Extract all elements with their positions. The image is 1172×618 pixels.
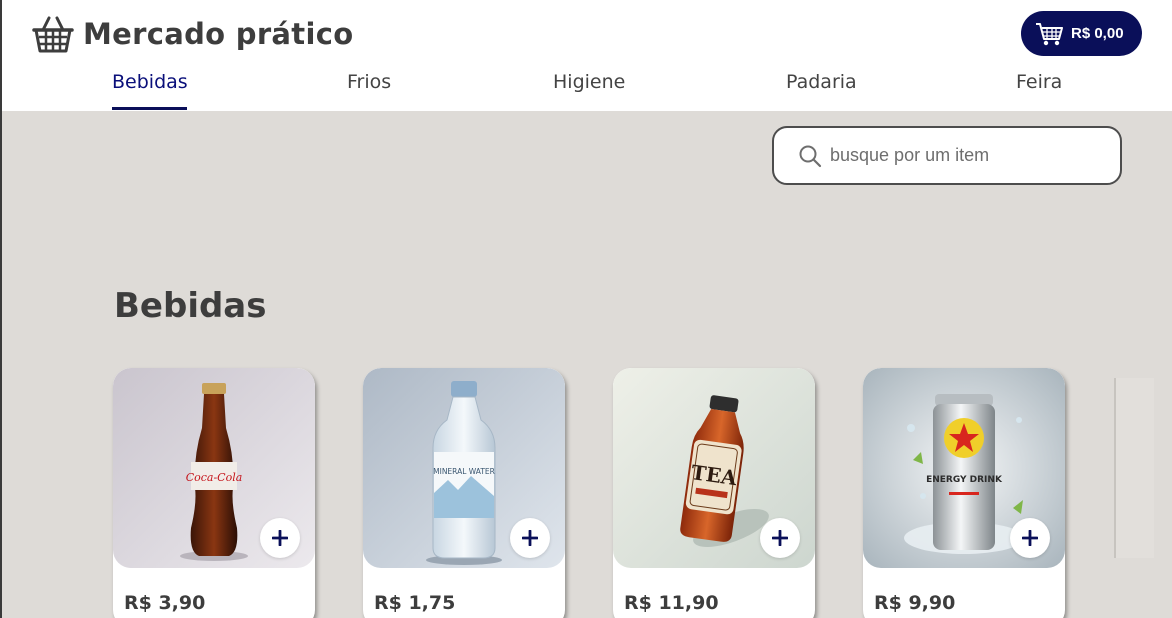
tab-feira[interactable]: Feira xyxy=(1016,71,1062,93)
product-price: R$ 3,90 xyxy=(124,592,206,614)
add-to-cart-button[interactable] xyxy=(510,518,550,558)
product-card[interactable]: Coca-Cola R$ 3,90 xyxy=(113,368,315,618)
bottle-label-text: ENERGY DRINK xyxy=(926,475,1003,485)
tab-padaria[interactable]: Padaria xyxy=(786,71,857,93)
product-price: R$ 1,75 xyxy=(374,592,456,614)
plus-icon xyxy=(772,530,788,546)
search-icon xyxy=(799,145,822,167)
plus-icon xyxy=(1022,530,1038,546)
app-title: Mercado prático xyxy=(83,17,354,51)
section-title: Bebidas xyxy=(114,286,267,326)
search-box[interactable] xyxy=(772,126,1122,185)
next-product-card-edge xyxy=(1114,378,1154,558)
product-card[interactable]: TEA R$ 11,90 xyxy=(613,368,815,618)
active-tab-indicator xyxy=(112,107,187,110)
product-price: R$ 9,90 xyxy=(874,592,956,614)
product-price: R$ 11,90 xyxy=(624,592,719,614)
plus-icon xyxy=(522,530,538,546)
shopping-cart-icon xyxy=(1036,22,1063,45)
product-card[interactable]: ENERGY DRINK R$ 9,90 xyxy=(863,368,1065,618)
top-header: Mercado prático R$ 0,00 Bebidas Frios Hi… xyxy=(2,0,1172,111)
bottle-label-text: Coca-Cola xyxy=(186,471,243,484)
tab-higiene[interactable]: Higiene xyxy=(553,71,625,93)
tab-bebidas[interactable]: Bebidas xyxy=(112,71,188,93)
product-card[interactable]: MINERAL WATER R$ 1,75 xyxy=(363,368,565,618)
add-to-cart-button[interactable] xyxy=(1010,518,1050,558)
add-to-cart-button[interactable] xyxy=(760,518,800,558)
search-input[interactable] xyxy=(830,145,1110,166)
cart-total: R$ 0,00 xyxy=(1071,25,1124,42)
cart-button[interactable]: R$ 0,00 xyxy=(1021,11,1142,56)
plus-icon xyxy=(272,530,288,546)
shopping-basket-icon xyxy=(32,16,74,53)
add-to-cart-button[interactable] xyxy=(260,518,300,558)
tab-frios[interactable]: Frios xyxy=(347,71,391,93)
brand[interactable]: Mercado prático xyxy=(32,13,353,55)
bottle-label-text: MINERAL WATER xyxy=(433,467,495,476)
